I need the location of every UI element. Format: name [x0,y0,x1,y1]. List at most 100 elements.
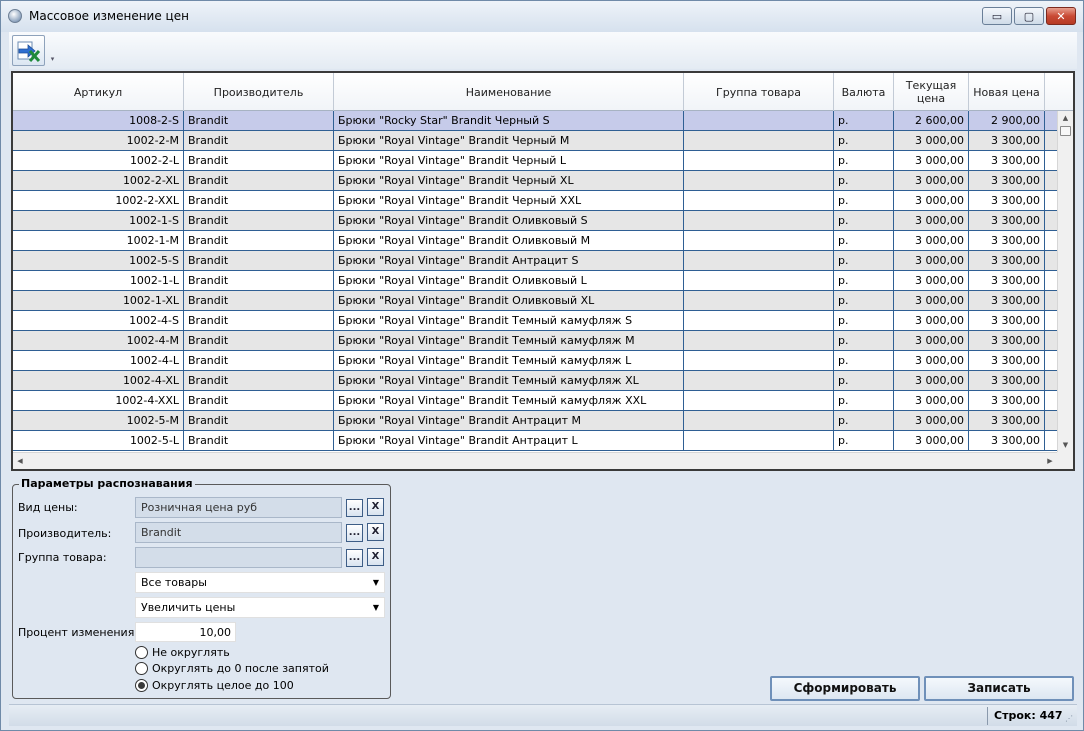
radio-unchecked-icon[interactable] [135,646,148,659]
percent-input[interactable]: 10,00 [135,622,236,642]
action-select[interactable]: Увеличить цены ▼ [135,597,385,618]
cell-maker[interactable]: Brandit [184,351,334,370]
column-header-current-price[interactable]: Текущая цена [894,73,969,111]
cell-article[interactable]: 1002-5-M [13,411,184,430]
cell-name[interactable]: Брюки "Royal Vintage" Brandit Темный кам… [334,331,684,350]
cell-name[interactable]: Брюки "Royal Vintage" Brandit Антрацит M [334,411,684,430]
table-row[interactable]: 1002-2-XL Brandit Брюки "Royal Vintage" Br… [13,171,1057,191]
cell-currency[interactable]: р. [834,271,894,290]
cell-article[interactable]: 1008-2-S [13,111,184,130]
table-row[interactable]: 1002-4-L Brandit Брюки "Royal Vintage" Bra… [13,351,1057,371]
cell-name[interactable]: Брюки "Royal Vintage" Brandit Черный M [334,131,684,150]
radio-unchecked-icon[interactable] [135,662,148,675]
group-browse-button[interactable]: ... [346,549,363,567]
cell-name[interactable]: Брюки "Royal Vintage" Brandit Черный XXL [334,191,684,210]
generate-button[interactable]: Сформировать [770,676,920,701]
group-clear-button[interactable]: X [367,548,384,566]
cell-article[interactable]: 1002-5-L [13,431,184,450]
table-row[interactable]: 1008-2-S Brandit Брюки "Rocky Star" Brandi… [13,111,1057,131]
maker-browse-button[interactable]: ... [346,524,363,542]
cell-currency[interactable]: р. [834,331,894,350]
cell-new-price[interactable]: 3 300,00 [969,211,1045,230]
cell-article[interactable]: 1002-4-XL [13,371,184,390]
cell-currency[interactable]: р. [834,311,894,330]
cell-article[interactable]: 1002-4-L [13,351,184,370]
table-row[interactable]: 1002-5-L Brandit Брюки "Royal Vintage" Bra… [13,431,1057,451]
cell-name[interactable]: Брюки "Royal Vintage" Brandit Оливковый … [334,271,684,290]
cell-current-price[interactable]: 2 600,00 [894,111,969,130]
vertical-scrollbar[interactable]: ▲ ▼ [1057,111,1073,452]
cell-current-price[interactable]: 3 000,00 [894,411,969,430]
cell-article[interactable]: 1002-2-M [13,131,184,150]
cell-currency[interactable]: р. [834,151,894,170]
cell-new-price[interactable]: 3 300,00 [969,391,1045,410]
cell-maker[interactable]: Brandit [184,291,334,310]
cell-new-price[interactable]: 3 300,00 [969,171,1045,190]
radio-round-decimal[interactable]: Округлять до 0 после запятой [135,661,355,676]
cell-name[interactable]: Брюки "Royal Vintage" Brandit Оливковый … [334,291,684,310]
cell-currency[interactable]: р. [834,211,894,230]
cell-maker[interactable]: Brandit [184,151,334,170]
cell-group[interactable] [684,331,834,350]
cell-new-price[interactable]: 3 300,00 [969,371,1045,390]
scroll-right-icon[interactable]: ▶ [1043,453,1057,469]
cell-name[interactable]: Брюки "Royal Vintage" Brandit Черный XL [334,171,684,190]
cell-group[interactable] [684,271,834,290]
cell-currency[interactable]: р. [834,111,894,130]
save-button[interactable]: Записать [924,676,1074,701]
cell-current-price[interactable]: 3 000,00 [894,191,969,210]
maximize-button[interactable]: ▢ [1014,7,1044,25]
cell-current-price[interactable]: 3 000,00 [894,131,969,150]
scroll-down-icon[interactable]: ▼ [1058,438,1073,452]
cell-new-price[interactable]: 3 300,00 [969,291,1045,310]
cell-article[interactable]: 1002-2-XL [13,171,184,190]
cell-group[interactable] [684,411,834,430]
cell-group[interactable] [684,151,834,170]
cell-new-price[interactable]: 3 300,00 [969,231,1045,250]
scroll-thumb[interactable] [1060,126,1071,136]
table-row[interactable]: 1002-4-S Brandit Брюки "Royal Vintage" Bra… [13,311,1057,331]
table-row[interactable]: 1002-2-M Brandit Брюки "Royal Vintage" Bra… [13,131,1057,151]
cell-name[interactable]: Брюки "Rocky Star" Brandit Черный S [334,111,684,130]
cell-new-price[interactable]: 3 300,00 [969,151,1045,170]
table-row[interactable]: 1002-1-M Brandit Брюки "Royal Vintage" Bra… [13,231,1057,251]
cell-new-price[interactable]: 2 900,00 [969,111,1045,130]
cell-current-price[interactable]: 3 000,00 [894,431,969,450]
cell-maker[interactable]: Brandit [184,411,334,430]
cell-group[interactable] [684,131,834,150]
cell-article[interactable]: 1002-5-S [13,251,184,270]
cell-name[interactable]: Брюки "Royal Vintage" Brandit Темный кам… [334,351,684,370]
cell-maker[interactable]: Brandit [184,171,334,190]
scroll-left-icon[interactable]: ◀ [13,453,27,469]
cell-name[interactable]: Брюки "Royal Vintage" Brandit Темный кам… [334,391,684,410]
cell-group[interactable] [684,211,834,230]
cell-current-price[interactable]: 3 000,00 [894,271,969,290]
cell-current-price[interactable]: 3 000,00 [894,251,969,270]
cell-maker[interactable]: Brandit [184,331,334,350]
cell-group[interactable] [684,191,834,210]
cell-current-price[interactable]: 3 000,00 [894,311,969,330]
table-row[interactable]: 1002-4-M Brandit Брюки "Royal Vintage" Bra… [13,331,1057,351]
cell-currency[interactable]: р. [834,411,894,430]
cell-maker[interactable]: Brandit [184,271,334,290]
cell-group[interactable] [684,111,834,130]
cell-new-price[interactable]: 3 300,00 [969,131,1045,150]
cell-group[interactable] [684,291,834,310]
column-header-group[interactable]: Группа товара [684,73,834,111]
price-type-field[interactable]: Розничная цена руб [135,497,342,518]
cell-new-price[interactable]: 3 300,00 [969,311,1045,330]
cell-current-price[interactable]: 3 000,00 [894,371,969,390]
cell-current-price[interactable]: 3 000,00 [894,351,969,370]
price-type-clear-button[interactable]: X [367,498,384,516]
scope-select[interactable]: Все товары ▼ [135,572,385,593]
cell-maker[interactable]: Brandit [184,191,334,210]
cell-name[interactable]: Брюки "Royal Vintage" Brandit Антрацит L [334,431,684,450]
table-row[interactable]: 1002-1-XL Brandit Брюки "Royal Vintage" Br… [13,291,1057,311]
cell-currency[interactable]: р. [834,251,894,270]
cell-article[interactable]: 1002-1-XL [13,291,184,310]
cell-name[interactable]: Брюки "Royal Vintage" Brandit Антрацит S [334,251,684,270]
cell-current-price[interactable]: 3 000,00 [894,231,969,250]
column-header-name[interactable]: Наименование [334,73,684,111]
cell-article[interactable]: 1002-4-XXL [13,391,184,410]
cell-current-price[interactable]: 3 000,00 [894,171,969,190]
